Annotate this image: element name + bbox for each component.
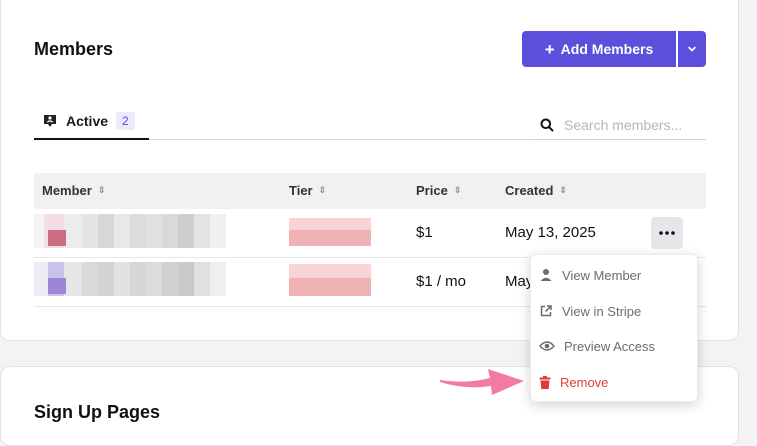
search-input[interactable]: Search members... bbox=[540, 112, 706, 138]
column-tier[interactable]: Tier ⇕ bbox=[289, 183, 326, 198]
table-header: Member ⇕ Tier ⇕ Price ⇕ Created ⇕ bbox=[34, 173, 706, 209]
search-placeholder: Search members... bbox=[564, 117, 683, 133]
row-actions-button[interactable] bbox=[651, 217, 683, 249]
eye-icon bbox=[539, 341, 555, 351]
column-member[interactable]: Member ⇕ bbox=[42, 183, 105, 198]
avatar bbox=[48, 230, 66, 246]
sort-icon: ⇕ bbox=[97, 185, 106, 195]
tab-label: Active bbox=[66, 113, 109, 129]
tab-count-badge: 2 bbox=[116, 112, 135, 130]
price-cell: $1 bbox=[416, 224, 433, 241]
menu-item-view-member[interactable]: View Member bbox=[539, 260, 691, 290]
price-cell: $1 / mo bbox=[416, 273, 467, 290]
row-actions-menu: View Member View in Stripe Preview Acces… bbox=[530, 254, 698, 402]
menu-item-label: Preview Access bbox=[564, 338, 656, 354]
menu-item-view-stripe[interactable]: View in Stripe bbox=[539, 296, 691, 326]
page-title: Members bbox=[34, 39, 114, 59]
add-members-label: Add Members bbox=[560, 41, 654, 57]
menu-item-label: Remove bbox=[560, 374, 609, 390]
search-icon bbox=[540, 118, 554, 132]
menu-item-preview-access[interactable]: Preview Access bbox=[539, 331, 691, 361]
search-underline bbox=[534, 139, 706, 140]
pointer-arrow-icon bbox=[440, 369, 524, 395]
tier-redacted bbox=[289, 264, 371, 296]
add-members-dropdown-button[interactable] bbox=[678, 31, 706, 67]
column-price[interactable]: Price ⇕ bbox=[416, 183, 461, 198]
external-link-icon bbox=[540, 305, 552, 317]
member-badge-icon bbox=[44, 115, 56, 127]
tier-redacted bbox=[289, 218, 371, 246]
section-title: Sign Up Pages bbox=[34, 402, 161, 422]
trash-icon bbox=[539, 375, 551, 389]
menu-item-remove[interactable]: Remove bbox=[539, 367, 691, 397]
created-cell: May 13, 2025 bbox=[505, 224, 596, 241]
avatar bbox=[48, 278, 66, 294]
user-icon bbox=[540, 269, 552, 281]
column-created[interactable]: Created ⇕ bbox=[505, 183, 567, 198]
sort-icon: ⇕ bbox=[559, 185, 567, 195]
menu-item-label: View Member bbox=[562, 267, 642, 283]
tab-active[interactable]: Active 2 bbox=[34, 104, 149, 140]
chevron-down-icon bbox=[688, 46, 696, 52]
sort-icon: ⇕ bbox=[453, 185, 462, 195]
sort-icon: ⇕ bbox=[318, 185, 327, 195]
menu-item-label: View in Stripe bbox=[562, 303, 642, 319]
more-icon bbox=[659, 231, 675, 235]
plus-icon: + bbox=[544, 39, 555, 59]
add-members-button[interactable]: + Add Members bbox=[522, 31, 676, 67]
